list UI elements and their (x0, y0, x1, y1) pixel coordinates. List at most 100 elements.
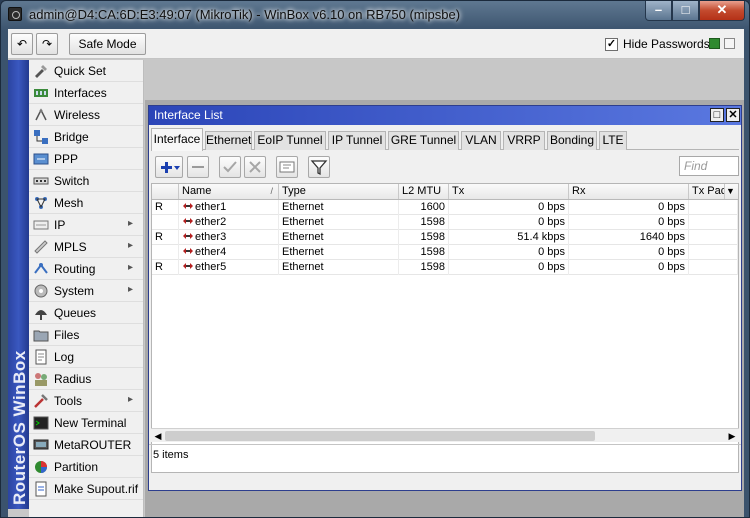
menu-item-label: Queues (54, 306, 97, 320)
menu-item-metarouter[interactable]: MetaROUTER (29, 434, 143, 456)
cell-l2mtu: 1598 (399, 260, 449, 275)
menu-item-switch[interactable]: Switch (29, 170, 143, 192)
enable-button[interactable] (219, 156, 241, 178)
menu-item-files[interactable]: Files (29, 324, 143, 346)
ethernet-port-icon (183, 233, 193, 239)
cell-name: ether1 (179, 200, 279, 215)
tab-lte[interactable]: LTE (599, 131, 627, 150)
tab-interface[interactable]: Interface (151, 128, 203, 151)
scroll-right-icon[interactable]: ▶ (726, 430, 738, 442)
cell-tx: 0 bps (449, 245, 569, 260)
filter-button[interactable] (308, 156, 330, 178)
menu-item-ppp[interactable]: PPP (29, 148, 143, 170)
menu-item-ip[interactable]: IP ▸ (29, 214, 143, 236)
interface-list-title[interactable]: Interface List (149, 106, 741, 125)
cell-name: ether2 (179, 215, 279, 230)
interface-name: ether3 (195, 231, 227, 243)
minimize-button[interactable]: – (645, 1, 672, 21)
menu-item-tools[interactable]: Tools ▸ (29, 390, 143, 412)
cell-tx-packets (689, 215, 738, 230)
menu-item-radius[interactable]: Radius (29, 368, 143, 390)
maximize-button[interactable]: □ (672, 1, 699, 21)
close-button[interactable]: ✕ (699, 1, 745, 21)
tab-vlan[interactable]: VLAN (461, 131, 501, 150)
horizontal-scrollbar[interactable]: ◀ ▶ (151, 428, 739, 442)
column-header-name[interactable]: Name / (179, 184, 279, 199)
table-row[interactable]: ether4 Ethernet 1598 0 bps 0 bps (152, 245, 738, 260)
safe-mode-button[interactable]: Safe Mode (69, 33, 146, 55)
menu-item-bridge[interactable]: Bridge (29, 126, 143, 148)
cell-type: Ethernet (279, 260, 399, 275)
menu-item-quick-set[interactable]: Quick Set (29, 60, 143, 82)
add-icon (161, 162, 180, 173)
add-button[interactable] (155, 156, 183, 178)
cell-type: Ethernet (279, 245, 399, 260)
winbox-window: admin@D4:CA:6D:E3:49:07 (MikroTik) - Win… (0, 0, 750, 518)
cell-rx: 0 bps (569, 260, 689, 275)
cell-tx-packets (689, 245, 738, 260)
menu-item-log[interactable]: Log (29, 346, 143, 368)
column-header-name-label: Name (182, 185, 212, 197)
menu-item-wireless[interactable]: Wireless (29, 104, 143, 126)
menu-item-label: Bridge (54, 130, 89, 144)
tab-vrrp[interactable]: VRRP (503, 131, 545, 150)
tab-ip-tunnel[interactable]: IP Tunnel (328, 131, 386, 150)
terminal-icon (33, 416, 49, 430)
menu-item-routing[interactable]: Routing ▸ (29, 258, 143, 280)
disable-button[interactable] (244, 156, 266, 178)
table-row[interactable]: Rether3 Ethernet 1598 51.4 kbps 1640 bps (152, 230, 738, 245)
scroll-thumb[interactable] (165, 431, 595, 441)
menu-item-mpls[interactable]: MPLS ▸ (29, 236, 143, 258)
tab-eoip-tunnel[interactable]: EoIP Tunnel (254, 131, 326, 150)
remove-button[interactable] (187, 156, 209, 178)
ethernet-port-icon (183, 248, 193, 254)
switch-icon (33, 177, 49, 185)
wireless-icon (35, 108, 47, 121)
table-header: Name / Type L2 MTU Tx Rx Tx Pac ▼ (152, 184, 738, 200)
menu-item-partition[interactable]: Partition (29, 456, 143, 478)
menu-item-label: New Terminal (54, 416, 127, 430)
column-menu-button[interactable]: ▼ (725, 184, 738, 199)
menu-item-mesh[interactable]: Mesh (29, 192, 143, 214)
redo-button[interactable]: ↷ (36, 33, 58, 55)
submenu-arrow-icon: ▸ (128, 240, 134, 251)
submenu-arrow-icon: ▸ (128, 284, 134, 295)
interface-list-maximize-button[interactable]: □ (710, 108, 724, 122)
column-header-tx-packets[interactable]: Tx Pac (689, 184, 725, 199)
table-row[interactable]: Rether1 Ethernet 1600 0 bps 0 bps (152, 200, 738, 215)
menu-item-label: Log (54, 350, 75, 364)
column-header-flags[interactable] (152, 184, 179, 199)
tab-ethernet[interactable]: Ethernet (205, 131, 252, 150)
tools-icon (34, 394, 48, 408)
table-row[interactable]: Rether5 Ethernet 1598 0 bps 0 bps (152, 260, 738, 275)
menu-item-queues[interactable]: Queues (29, 302, 143, 324)
interface-name: ether1 (195, 201, 227, 213)
cell-l2mtu: 1598 (399, 215, 449, 230)
cell-tx: 0 bps (449, 200, 569, 215)
scroll-left-icon[interactable]: ◀ (152, 430, 164, 442)
hide-passwords-toggle[interactable]: ✓ Hide Passwords (605, 37, 710, 51)
column-header-l2mtu[interactable]: L2 MTU (399, 184, 449, 199)
menu-item-label: MPLS (54, 240, 87, 254)
title-bar[interactable]: admin@D4:CA:6D:E3:49:07 (MikroTik) - Win… (1, 1, 749, 29)
menu-item-system[interactable]: System ▸ (29, 280, 143, 302)
column-header-tx[interactable]: Tx (449, 184, 569, 199)
column-header-rx[interactable]: Rx (569, 184, 689, 199)
menu-item-interfaces[interactable]: Interfaces (29, 82, 143, 104)
menu-item-make-supout-rif[interactable]: Make Supout.rif (29, 478, 143, 500)
find-input[interactable]: Find (679, 156, 739, 176)
table-row[interactable]: ether2 Ethernet 1598 0 bps 0 bps (152, 215, 738, 230)
bridge-icon (34, 130, 48, 144)
menu-item-label: Mesh (54, 196, 84, 210)
tab-bonding[interactable]: Bonding (547, 131, 597, 150)
submenu-arrow-icon: ▸ (128, 394, 134, 405)
interface-list-close-button[interactable]: ✕ (726, 108, 740, 122)
log-icon (35, 349, 47, 365)
menu-item-new-terminal[interactable]: New Terminal (29, 412, 143, 434)
tab-gre-tunnel[interactable]: GRE Tunnel (388, 131, 459, 150)
comment-button[interactable] (276, 156, 298, 178)
cell-name: ether3 (179, 230, 279, 245)
column-header-type[interactable]: Type (279, 184, 399, 199)
undo-button[interactable]: ↶ (11, 33, 33, 55)
hide-passwords-checkbox[interactable]: ✓ (605, 37, 618, 51)
